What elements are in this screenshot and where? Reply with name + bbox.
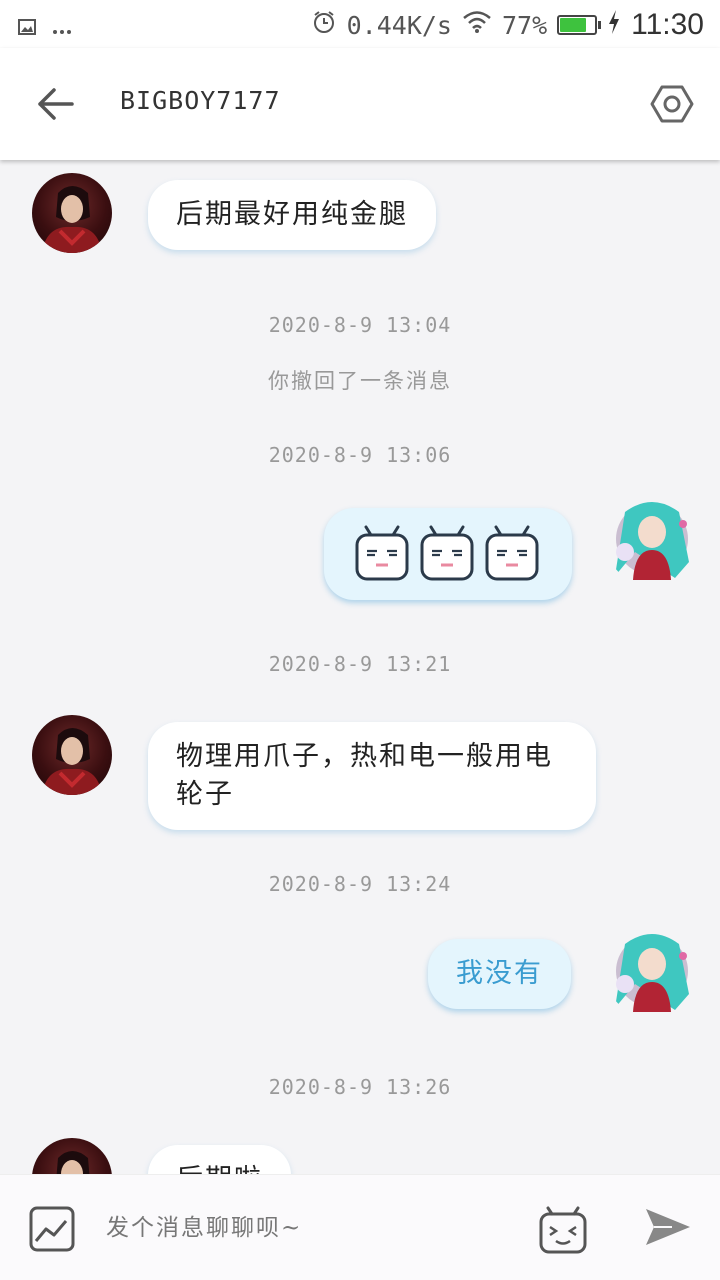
send-icon (646, 1209, 690, 1245)
avatar-image (615, 934, 689, 1012)
bilibili-emoji-icon (539, 1206, 587, 1254)
battery-icon (557, 15, 602, 35)
settings-button[interactable] (650, 82, 694, 126)
emoji-button[interactable] (538, 1205, 588, 1255)
avatar-image (42, 728, 102, 795)
message-bubble-received[interactable]: 后期最好用纯金腿 (148, 180, 436, 250)
image-button[interactable] (28, 1205, 76, 1253)
contact-avatar[interactable] (32, 1138, 112, 1174)
bilibili-sticker-icon (485, 525, 539, 581)
avatar-image (56, 1151, 90, 1174)
status-bar: 0.44K/s 77% 11:30 (0, 0, 720, 48)
message-bubble-received[interactable]: 后期啦 (148, 1145, 291, 1174)
battery-percent: 77% (501, 10, 548, 40)
avatar-image (42, 186, 102, 253)
chat-header: BIGBOY7177 (0, 48, 720, 160)
back-button[interactable] (34, 84, 78, 124)
message-timestamp: 2020-8-9 13:06 (268, 443, 452, 467)
battery-fill (560, 18, 587, 32)
avatar-image (615, 502, 689, 580)
contact-avatar[interactable] (32, 715, 112, 795)
message-input[interactable] (96, 1203, 516, 1253)
message-list[interactable]: 后期最好用纯金腿 2020-8-9 13:04 你撤回了一条消息 2020-8-… (0, 160, 720, 1174)
image-icon (29, 1206, 75, 1252)
message-input-bar (0, 1174, 720, 1280)
gallery-notification-icon (18, 12, 36, 42)
alarm-icon (311, 9, 337, 42)
send-button[interactable] (644, 1205, 692, 1249)
network-speed: 0.44K/s (346, 10, 452, 40)
chat-title: BIGBOY7177 (120, 86, 281, 115)
message-bubble-sent[interactable]: 我没有 (428, 939, 571, 1009)
message-timestamp: 2020-8-9 13:21 (268, 652, 452, 676)
wifi-icon (462, 10, 492, 41)
bilibili-sticker-icon (355, 525, 409, 581)
message-timestamp: 2020-8-9 13:04 (268, 313, 452, 337)
hexagon-gear-icon (650, 85, 694, 123)
message-timestamp: 2020-8-9 13:26 (268, 1075, 452, 1099)
my-avatar[interactable] (605, 492, 699, 586)
message-timestamp: 2020-8-9 13:24 (268, 872, 452, 896)
message-bubble-sent-stickers[interactable] (324, 508, 572, 600)
contact-avatar[interactable] (32, 173, 112, 253)
arrow-left-icon (38, 88, 74, 120)
bilibili-sticker-icon (420, 525, 474, 581)
status-time: 11:30 (631, 8, 704, 41)
more-dots-icon (52, 12, 72, 42)
charging-icon (607, 9, 621, 42)
message-bubble-received[interactable]: 物理用爪子，热和电一般用电轮子 (148, 722, 596, 830)
my-avatar[interactable] (605, 924, 699, 1018)
recall-notice: 你撤回了一条消息 (268, 369, 452, 393)
